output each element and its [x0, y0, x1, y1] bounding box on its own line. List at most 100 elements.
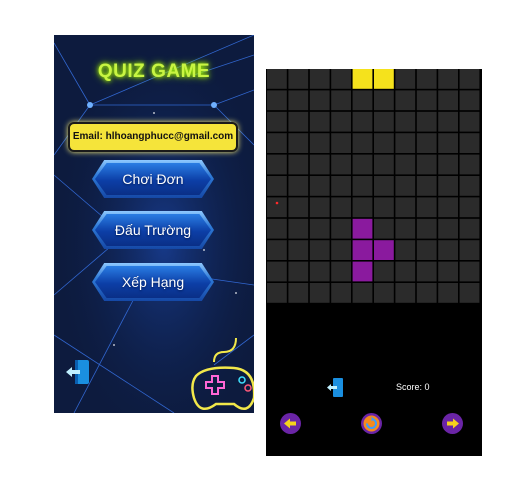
empty-cell: [267, 197, 287, 218]
arena-label: Đấu Trường: [95, 214, 211, 246]
empty-cell: [374, 111, 394, 132]
empty-cell: [395, 90, 416, 111]
single-play-button[interactable]: Chơi Đơn: [92, 160, 214, 198]
back-icon[interactable]: [327, 378, 343, 397]
empty-cell: [416, 154, 437, 175]
empty-cell: [309, 154, 330, 175]
score-label: Score: 0: [396, 382, 430, 392]
empty-cell: [288, 218, 309, 239]
empty-cell: [416, 283, 437, 303]
empty-cell: [309, 90, 330, 111]
quiz-menu-screen: QUIZ GAME Email: hlhoangphucc@gmail.com …: [54, 35, 254, 413]
empty-cell: [267, 283, 287, 303]
empty-cell: [416, 176, 437, 196]
rotate-button[interactable]: [361, 413, 382, 434]
empty-cell: [438, 69, 458, 89]
empty-cell: [374, 176, 394, 196]
left-arrow-icon: [284, 418, 296, 429]
empty-cell: [331, 90, 351, 111]
empty-cell: [416, 90, 437, 111]
logout-icon[interactable]: [64, 359, 90, 385]
empty-cell: [395, 111, 416, 132]
empty-cell: [395, 218, 416, 239]
tetris-screen: Score: 0: [266, 69, 482, 456]
empty-cell: [352, 176, 373, 196]
move-left-button[interactable]: [280, 413, 301, 434]
empty-cell: [459, 197, 480, 218]
empty-cell: [438, 240, 458, 260]
block-cell: [352, 218, 373, 239]
arena-button[interactable]: Đấu Trường: [92, 211, 214, 249]
empty-cell: [416, 111, 437, 132]
empty-cell: [374, 283, 394, 303]
empty-cell: [395, 197, 416, 218]
empty-cell: [395, 283, 416, 303]
empty-cell: [288, 111, 309, 132]
empty-cell: [288, 69, 309, 89]
empty-cell: [438, 197, 458, 218]
empty-cell: [459, 240, 480, 260]
block-cell: [352, 240, 373, 260]
empty-cell: [288, 133, 309, 153]
empty-cell: [267, 240, 287, 260]
empty-cell: [309, 240, 330, 260]
empty-cell: [267, 90, 287, 111]
empty-cell: [438, 133, 458, 153]
block-cell: [352, 261, 373, 282]
empty-cell: [416, 197, 437, 218]
empty-cell: [416, 218, 437, 239]
empty-cell: [459, 133, 480, 153]
empty-cell: [309, 197, 330, 218]
empty-cell: [352, 133, 373, 153]
empty-cell: [459, 261, 480, 282]
empty-cell: [309, 69, 330, 89]
empty-cell: [352, 154, 373, 175]
empty-cell: [395, 154, 416, 175]
move-right-button[interactable]: [442, 413, 463, 434]
empty-cell: [267, 154, 287, 175]
empty-cell: [331, 261, 351, 282]
empty-cell: [267, 176, 287, 196]
game-board[interactable]: [266, 69, 482, 369]
empty-cell: [331, 176, 351, 196]
empty-cell: [309, 261, 330, 282]
empty-cell: [438, 111, 458, 132]
empty-cell: [352, 90, 373, 111]
empty-cell: [395, 261, 416, 282]
gamepad-icon: [190, 337, 254, 413]
empty-cell: [438, 176, 458, 196]
empty-cell: [267, 111, 287, 132]
empty-cell: [459, 176, 480, 196]
empty-cell: [438, 90, 458, 111]
empty-cell: [309, 283, 330, 303]
empty-cell: [267, 261, 287, 282]
empty-cell: [459, 69, 480, 89]
empty-cell: [309, 176, 330, 196]
empty-cell: [309, 218, 330, 239]
empty-cell: [374, 261, 394, 282]
empty-cell: [309, 133, 330, 153]
empty-cell: [438, 283, 458, 303]
empty-cell: [288, 197, 309, 218]
empty-cell: [331, 69, 351, 89]
empty-cell: [374, 197, 394, 218]
empty-cell: [395, 69, 416, 89]
empty-cell: [288, 176, 309, 196]
rotate-icon: [363, 415, 380, 432]
ranking-button[interactable]: Xếp Hạng: [92, 263, 214, 301]
empty-cell: [416, 261, 437, 282]
block-cell: [374, 69, 394, 89]
empty-cell: [331, 133, 351, 153]
right-arrow-icon: [447, 418, 459, 429]
empty-cell: [374, 218, 394, 239]
empty-cell: [395, 176, 416, 196]
empty-cell: [331, 154, 351, 175]
empty-cell: [288, 283, 309, 303]
empty-cell: [438, 261, 458, 282]
empty-cell: [459, 90, 480, 111]
empty-cell: [438, 154, 458, 175]
empty-cell: [331, 240, 351, 260]
empty-cell: [288, 261, 309, 282]
empty-cell: [309, 111, 330, 132]
empty-cell: [352, 283, 373, 303]
